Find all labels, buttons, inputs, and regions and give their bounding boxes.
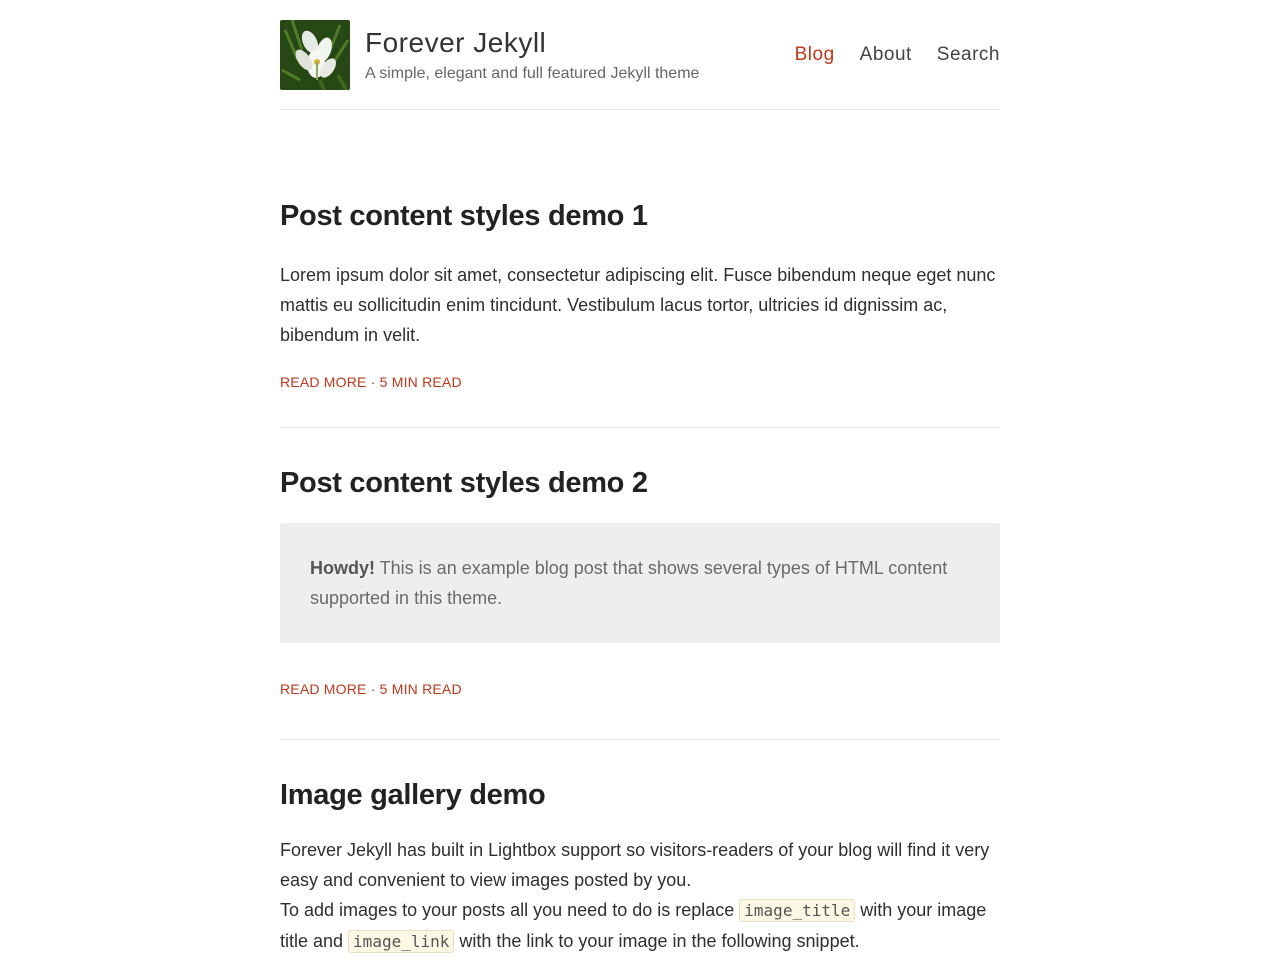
notice-text: This is an example blog post that shows … [310, 558, 948, 608]
nav-item-about[interactable]: About [860, 43, 912, 67]
post-card: Image gallery demo Forever Jekyll has bu… [280, 777, 1000, 957]
post-divider [280, 739, 1000, 740]
main-nav: Blog About Search [795, 43, 1000, 67]
nav-item-blog[interactable]: Blog [795, 43, 835, 67]
read-more-link[interactable]: Read more [280, 681, 367, 697]
post-excerpt: Lorem ipsum dolor sit amet, consectetur … [280, 265, 996, 345]
post-card: Post content styles demo 2 Howdy! This i… [280, 465, 1000, 697]
paragraph-text: To add images to your posts all you need… [280, 900, 740, 920]
nav-item-search[interactable]: Search [937, 43, 1000, 67]
notice-bold: Howdy! [310, 558, 375, 578]
post-meta: Read more · 5 min read [280, 374, 1000, 390]
inline-code: image_title [739, 899, 856, 922]
meta-separator: · [370, 681, 380, 697]
post-divider [280, 427, 1000, 428]
post-card: Post content styles demo 1 Lorem ipsum d… [280, 198, 1000, 390]
paragraph-text: with the link to your image in the follo… [454, 931, 860, 951]
notice-box: Howdy! This is an example blog post that… [280, 523, 1000, 643]
post-title[interactable]: Post content styles demo 2 [280, 465, 1000, 501]
page-container: Forever Jekyll A simple, elegant and ful… [280, 0, 1000, 953]
post-paragraph: Forever Jekyll has built in Lightbox sup… [280, 840, 990, 890]
site-logo[interactable] [280, 20, 350, 90]
site-tagline: A simple, elegant and full featured Jeky… [365, 65, 700, 82]
inline-code: image_link [348, 930, 455, 953]
read-more-link[interactable]: Read more [280, 374, 367, 390]
site-header: Forever Jekyll A simple, elegant and ful… [280, 0, 1000, 110]
read-time: 5 min read [379, 681, 462, 697]
site-title[interactable]: Forever Jekyll [365, 26, 546, 60]
lily-flower-icon [280, 20, 350, 90]
post-title[interactable]: Image gallery demo [280, 777, 1000, 813]
read-time: 5 min read [379, 374, 462, 390]
meta-separator: · [370, 374, 380, 390]
post-title[interactable]: Post content styles demo 1 [280, 198, 1000, 234]
post-meta: Read more · 5 min read [280, 681, 1000, 697]
post-paragraph: To add images to your posts all you need… [280, 895, 1000, 957]
